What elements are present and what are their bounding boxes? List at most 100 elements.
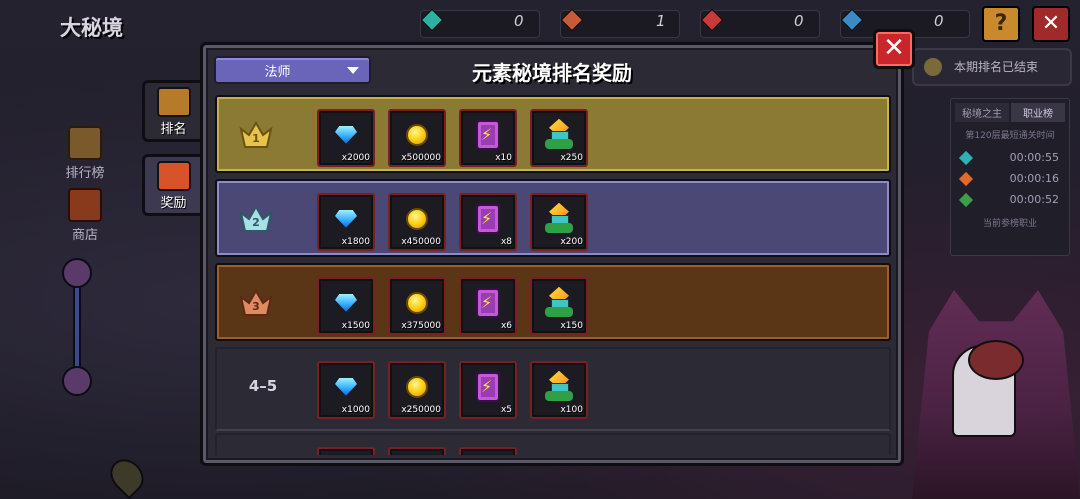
reward-item[interactable]: x100 xyxy=(530,361,588,419)
reward-count: x1800 xyxy=(341,237,370,247)
reward-item[interactable]: x375000 xyxy=(388,277,446,335)
reward-item[interactable]: x250000 xyxy=(388,361,446,419)
stem-node xyxy=(62,366,92,396)
rank-number: 2 xyxy=(252,216,260,229)
reward-row xyxy=(215,433,891,455)
leaderboard-button[interactable]: 排行榜 xyxy=(56,126,114,181)
coin-icon xyxy=(406,291,428,314)
tree-icon xyxy=(545,118,573,151)
resource-value-3: 0 xyxy=(794,12,804,30)
reward-count: x375000 xyxy=(401,321,441,331)
reward-count: x8 xyxy=(500,237,512,247)
reward-count: x10 xyxy=(495,153,512,163)
help-button[interactable]: ? xyxy=(982,6,1020,42)
coin-icon xyxy=(406,375,428,398)
right-panel: 本期排名已结束 秘境之主 职业榜 第120层最短通关时间 00:00:55 00… xyxy=(912,48,1072,256)
diamond-icon xyxy=(335,377,357,396)
reward-count: x100 xyxy=(560,405,583,415)
dialog-header: 法师 元素秘境排名奖励 xyxy=(211,53,893,93)
reward-count: x1000 xyxy=(341,405,370,415)
reward-item[interactable] xyxy=(317,447,375,455)
diamond-icon xyxy=(335,125,357,144)
coin-icon xyxy=(406,123,428,146)
resource-value-4: 0 xyxy=(934,12,944,30)
tree-icon xyxy=(545,202,573,235)
dialog-close-button[interactable]: ✕ xyxy=(873,29,915,69)
reward-item[interactable]: x1800 xyxy=(317,193,375,251)
reward-item[interactable]: x8 xyxy=(459,193,517,251)
silver-crown-icon: 2 xyxy=(239,205,273,233)
reward-row: 2 x1800 x450000 x8 x200 xyxy=(215,179,891,257)
reward-count: x5 xyxy=(500,405,512,415)
rank-card: 秘境之主 职业榜 第120层最短通关时间 00:00:55 00:00:16 0… xyxy=(950,98,1070,256)
reward-item[interactable]: x1000 xyxy=(317,361,375,419)
reward-count: x250000 xyxy=(401,405,441,415)
resource-value-2: 1 xyxy=(656,12,666,30)
reward-item[interactable]: x250 xyxy=(530,109,588,167)
shop-label: 商店 xyxy=(71,228,98,243)
reward-count: x500000 xyxy=(401,153,441,163)
reward-list[interactable]: 1 x2000 x500000 x10 x250 2 xyxy=(215,93,891,455)
tree-icon xyxy=(545,370,573,403)
energy-icon xyxy=(476,287,500,318)
gold-crown-icon: 1 xyxy=(239,121,273,149)
reward-item[interactable]: x6 xyxy=(459,277,517,335)
tab-secret-master[interactable]: 秘境之主 xyxy=(955,103,1009,122)
time-value: 00:00:16 xyxy=(1009,172,1059,185)
time-row: 00:00:52 xyxy=(955,189,1065,210)
period-status-label: 本期排名已结束 xyxy=(954,60,1039,74)
time-row: 00:00:16 xyxy=(955,168,1065,189)
stem-node xyxy=(62,258,92,288)
diamond-icon xyxy=(335,209,357,228)
tab-rewards[interactable]: 奖励 xyxy=(142,154,202,216)
reward-count: x1500 xyxy=(341,321,370,331)
time-row: 00:00:55 xyxy=(955,147,1065,168)
diamond-icon xyxy=(335,293,357,312)
reward-item[interactable] xyxy=(388,447,446,455)
energy-icon xyxy=(476,119,500,150)
tab-ranking[interactable]: 排名 xyxy=(142,80,202,142)
period-status-button[interactable]: 本期排名已结束 xyxy=(912,48,1072,86)
rank-number: 3 xyxy=(252,300,260,313)
rank-tabs: 秘境之主 职业榜 xyxy=(955,103,1065,122)
reward-item[interactable]: x200 xyxy=(530,193,588,251)
rank-number: 1 xyxy=(252,132,260,145)
chest-icon xyxy=(156,161,191,191)
time-value: 00:00:52 xyxy=(1009,193,1059,206)
trophy-icon xyxy=(156,87,191,117)
reward-count: x6 xyxy=(500,321,512,331)
reward-item[interactable]: x150 xyxy=(530,277,588,335)
water-gem-icon xyxy=(958,150,974,165)
coin-icon xyxy=(406,207,428,230)
ranking-rewards-dialog: 法师 元素秘境排名奖励 ✕ 1 x2000 x500000 x10 xyxy=(200,29,915,466)
reward-count: x150 xyxy=(560,321,583,331)
reward-count: x2000 xyxy=(341,153,370,163)
rank-footer: 当前参榜职业 xyxy=(982,219,1037,229)
energy-icon xyxy=(476,203,500,234)
reward-count: x250 xyxy=(560,153,583,163)
bronze-crown-icon: 3 xyxy=(239,289,273,317)
tree-icon xyxy=(545,286,573,319)
time-value: 00:00:55 xyxy=(1009,151,1059,164)
reward-item[interactable] xyxy=(459,447,517,455)
reward-item[interactable]: x10 xyxy=(459,109,517,167)
page-title: 大秘境 xyxy=(60,16,123,40)
reward-row: 1 x2000 x500000 x10 x250 xyxy=(215,95,891,173)
tab-rewards-label: 奖励 xyxy=(160,196,187,211)
close-page-button[interactable]: ✕ xyxy=(1032,6,1070,42)
tab-class-rank[interactable]: 职业榜 xyxy=(1011,103,1065,122)
reward-item[interactable]: x2000 xyxy=(317,109,375,167)
resource-value-1: 0 xyxy=(514,12,524,30)
coin-icon xyxy=(924,58,942,76)
reward-item[interactable]: x450000 xyxy=(388,193,446,251)
reward-item[interactable]: x1500 xyxy=(317,277,375,335)
reward-item[interactable]: x500000 xyxy=(388,109,446,167)
shop-icon xyxy=(68,188,102,222)
tab-ranking-label: 排名 xyxy=(160,122,187,137)
earth-gem-icon xyxy=(958,192,974,207)
shop-button[interactable]: 商店 xyxy=(56,188,114,243)
reward-count: x450000 xyxy=(401,237,441,247)
rank-subtitle: 第120层最短通关时间 xyxy=(965,131,1055,141)
reward-item[interactable]: x5 xyxy=(459,361,517,419)
dialog-title: 元素秘境排名奖励 xyxy=(472,61,632,85)
